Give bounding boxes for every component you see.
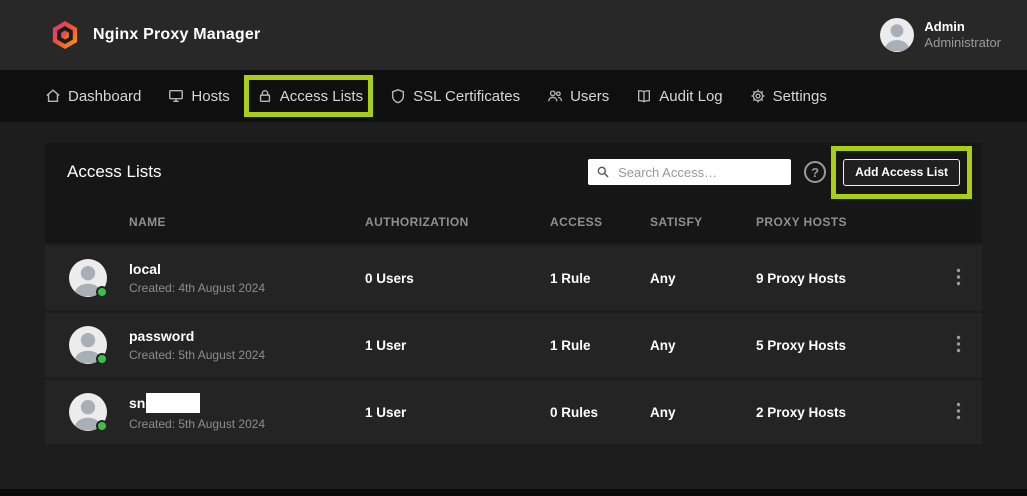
- users-icon: [547, 88, 563, 104]
- nav-item-audit-log[interactable]: Audit Log: [636, 88, 722, 105]
- table-row[interactable]: local Created: 4th August 2024 0 Users 1…: [45, 246, 982, 310]
- page: { "app": { "title": "Nginx Proxy Manager…: [0, 0, 1027, 496]
- nav-item-hosts[interactable]: Hosts: [168, 88, 229, 105]
- created-date: Created: 5th August 2024: [129, 417, 365, 431]
- page-title: Access Lists: [67, 162, 575, 182]
- access-lists-panel: Access Lists ? Add Access List NAME AUTH…: [45, 143, 982, 444]
- row-avatar: [69, 326, 107, 364]
- column-header-access: ACCESS: [550, 215, 650, 229]
- satisfy-cell: Any: [650, 405, 756, 420]
- app-title: Nginx Proxy Manager: [93, 26, 260, 44]
- user-role: Administrator: [924, 35, 1001, 51]
- access-cell: 1 Rule: [550, 271, 650, 286]
- nav-label: Users: [570, 88, 609, 105]
- person-icon: [880, 18, 914, 52]
- bottom-edge-bar: [0, 489, 1027, 496]
- search-icon: [596, 165, 610, 179]
- book-icon: [636, 88, 652, 104]
- search-input[interactable]: [616, 164, 783, 181]
- satisfy-cell: Any: [650, 338, 756, 353]
- nav-item-settings[interactable]: Settings: [750, 88, 827, 105]
- search-box: [588, 159, 791, 185]
- table-row[interactable]: sn Created: 5th August 2024 1 User 0 Rul…: [45, 380, 982, 444]
- nav-label: Access Lists: [280, 88, 363, 105]
- nav-label: Settings: [773, 88, 827, 105]
- access-list-name: sn: [129, 393, 365, 413]
- top-bar: Nginx Proxy Manager Admin Administrator: [0, 0, 1027, 70]
- shield-icon: [390, 88, 406, 104]
- column-header-satisfy: SATISFY: [650, 215, 756, 229]
- nav-item-users[interactable]: Users: [547, 88, 609, 105]
- proxy-hosts-cell: 9 Proxy Hosts: [756, 271, 934, 286]
- app-logo-icon: [50, 19, 80, 51]
- home-icon: [45, 88, 61, 104]
- authorization-cell: 1 User: [365, 405, 550, 420]
- help-icon[interactable]: ?: [804, 161, 826, 183]
- access-list-name: local: [129, 261, 365, 277]
- column-header-authorization: AUTHORIZATION: [365, 215, 550, 229]
- authorization-cell: 0 Users: [365, 271, 550, 286]
- created-date: Created: 4th August 2024: [129, 281, 365, 295]
- add-access-list-button[interactable]: Add Access List: [843, 159, 960, 186]
- row-actions-menu-icon[interactable]: [952, 264, 965, 293]
- column-header-proxy-hosts: PROXY HOSTS: [756, 215, 934, 229]
- table-row[interactable]: password Created: 5th August 2024 1 User…: [45, 313, 982, 377]
- row-actions-menu-icon[interactable]: [952, 331, 965, 360]
- nav-label: Hosts: [191, 88, 229, 105]
- nav-label: Dashboard: [68, 88, 141, 105]
- column-header-name: NAME: [129, 215, 365, 229]
- gear-icon: [750, 88, 766, 104]
- online-status-dot: [96, 420, 108, 432]
- main-nav: Dashboard Hosts Access Lists SSL Certifi…: [0, 70, 1027, 122]
- nav-item-ssl-certificates[interactable]: SSL Certificates: [390, 88, 520, 105]
- table-header: NAME AUTHORIZATION ACCESS SATISFY PROXY …: [45, 201, 982, 243]
- row-actions-menu-icon[interactable]: [952, 398, 965, 427]
- redacted-text-overlay: [146, 393, 200, 413]
- user-name: Admin: [924, 19, 1001, 35]
- satisfy-cell: Any: [650, 271, 756, 286]
- user-avatar: [880, 18, 914, 52]
- panel-header: Access Lists ? Add Access List: [45, 143, 982, 201]
- nav-label: Audit Log: [659, 88, 722, 105]
- online-status-dot: [96, 353, 108, 365]
- created-date: Created: 5th August 2024: [129, 348, 365, 362]
- proxy-hosts-cell: 2 Proxy Hosts: [756, 405, 934, 420]
- access-cell: 1 Rule: [550, 338, 650, 353]
- online-status-dot: [96, 286, 108, 298]
- proxy-hosts-cell: 5 Proxy Hosts: [756, 338, 934, 353]
- row-avatar: [69, 393, 107, 431]
- row-avatar: [69, 259, 107, 297]
- access-list-name: password: [129, 328, 365, 344]
- authorization-cell: 1 User: [365, 338, 550, 353]
- access-cell: 0 Rules: [550, 405, 650, 420]
- monitor-icon: [168, 88, 184, 104]
- nav-item-dashboard[interactable]: Dashboard: [45, 88, 141, 105]
- nav-item-access-lists[interactable]: Access Lists: [257, 88, 363, 105]
- user-menu[interactable]: Admin Administrator: [880, 18, 1001, 52]
- lock-icon: [257, 88, 273, 104]
- nav-label: SSL Certificates: [413, 88, 520, 105]
